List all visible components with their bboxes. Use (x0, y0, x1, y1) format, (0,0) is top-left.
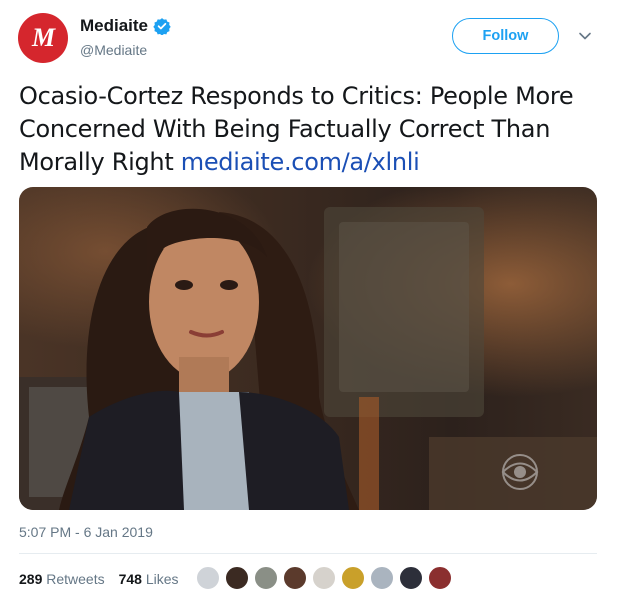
name-row: Mediaite (80, 16, 171, 36)
liker-avatar[interactable] (399, 566, 423, 590)
display-name[interactable]: Mediaite (80, 16, 148, 36)
tweet-link[interactable]: mediaite.com/a/xlnli (181, 148, 420, 176)
avatar[interactable]: M (18, 13, 68, 63)
chevron-down-icon[interactable] (578, 31, 592, 41)
liker-avatar[interactable] (341, 566, 365, 590)
retweets-label: Retweets (46, 571, 105, 587)
liker-avatar[interactable] (254, 566, 278, 590)
retweets-stat[interactable]: 289 Retweets (19, 571, 105, 587)
liker-avatar[interactable] (225, 566, 249, 590)
tweet-card: M Mediaite @Mediaite Follow Ocasio-Corte… (0, 0, 634, 607)
liker-avatar[interactable] (283, 566, 307, 590)
follow-button[interactable]: Follow (452, 18, 559, 54)
likes-label: Likes (145, 571, 179, 587)
handle[interactable]: @Mediaite (80, 42, 147, 58)
likes-count: 748 (118, 571, 142, 587)
liker-avatar[interactable] (196, 566, 220, 590)
liker-avatar[interactable] (312, 566, 336, 590)
tweet-text: Ocasio-Cortez Responds to Critics: Peopl… (19, 80, 619, 179)
liker-avatar[interactable] (428, 566, 452, 590)
liked-by-avatars (196, 566, 457, 590)
engagement-stats: 289 Retweets 748 Likes (19, 571, 179, 587)
likes-stat[interactable]: 748 Likes (119, 571, 179, 587)
liker-avatar[interactable] (370, 566, 394, 590)
divider (19, 553, 597, 554)
video-still (19, 187, 597, 510)
retweets-count: 289 (19, 571, 43, 587)
tweet-media-image[interactable] (19, 187, 597, 510)
timestamp[interactable]: 5:07 PM - 6 Jan 2019 (19, 524, 153, 540)
avatar-logo-letter: M (31, 23, 55, 52)
verified-badge-icon (153, 18, 171, 35)
